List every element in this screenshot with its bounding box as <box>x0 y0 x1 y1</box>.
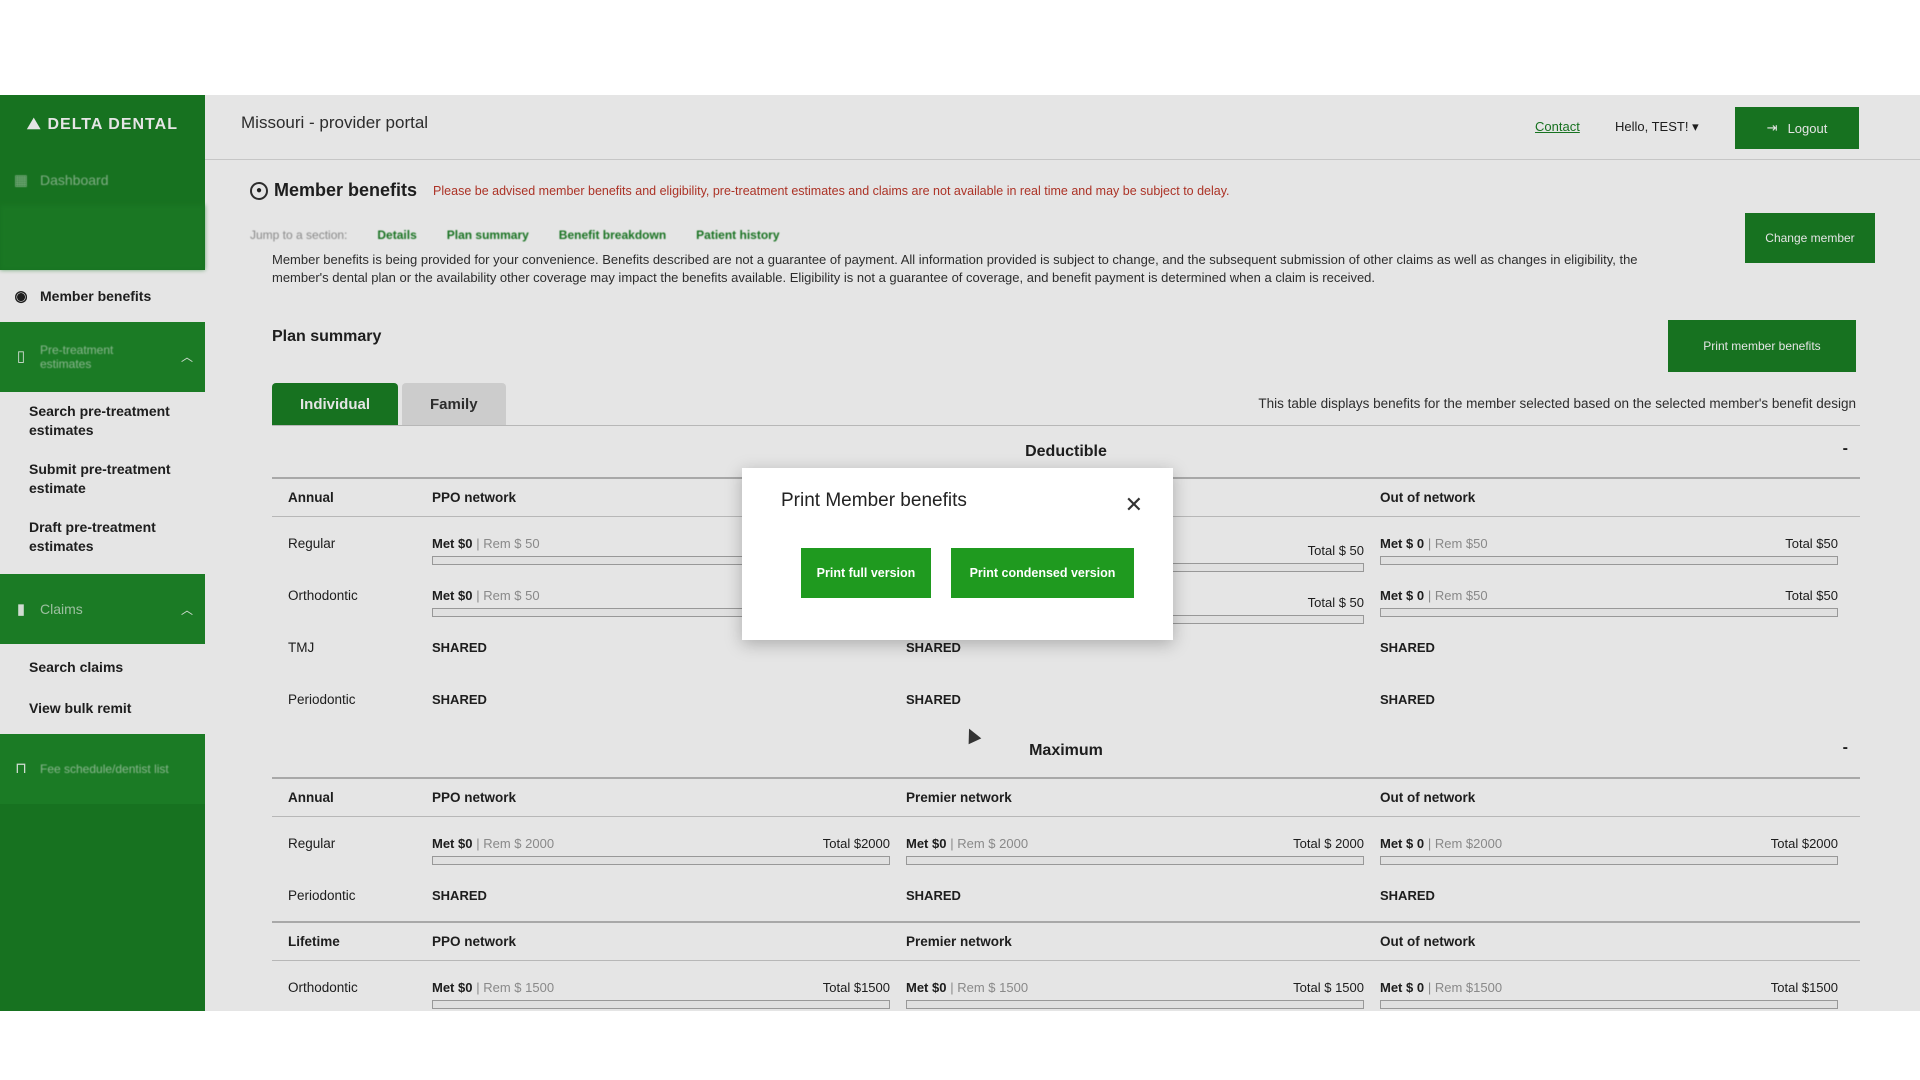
print-full-version-button[interactable]: Print full version <box>801 548 931 598</box>
print-member-benefits-modal: Print Member benefits ✕ Print full versi… <box>742 468 1173 640</box>
modal-title: Print Member benefits <box>781 490 967 511</box>
close-icon[interactable]: ✕ <box>1125 492 1143 518</box>
print-condensed-version-button[interactable]: Print condensed version <box>951 548 1134 598</box>
